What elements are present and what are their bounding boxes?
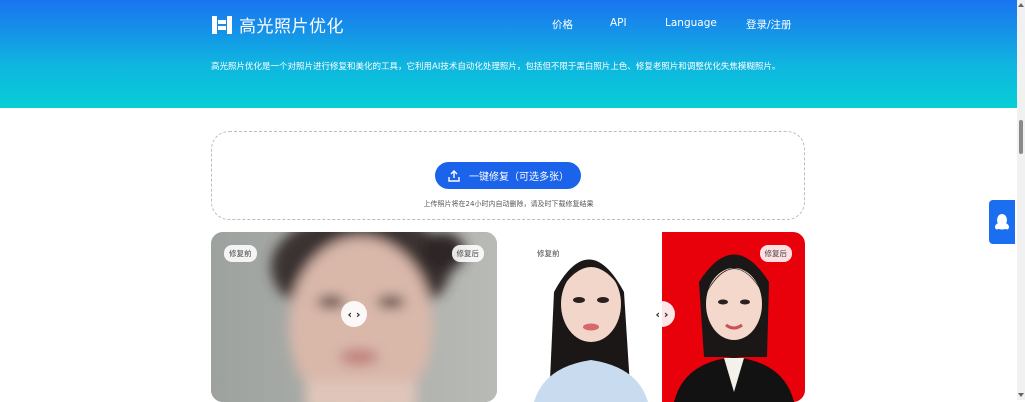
brand-logo[interactable]: 高光照片优化	[211, 12, 344, 37]
nav-login-register[interactable]: 登录/注册	[746, 17, 792, 32]
logo-mark-icon	[212, 15, 232, 34]
sample-card-blur: 修复前 修复后 ‹ ›	[211, 232, 497, 402]
scroll-up-icon[interactable]	[1018, 2, 1024, 8]
scrollbar-thumb[interactable]	[1019, 120, 1023, 154]
before-badge: 修复前	[224, 245, 257, 262]
after-badge: 修复后	[451, 245, 484, 262]
upload-note: 上传照片将在24小时内自动删除，请及时下载修复结果	[423, 200, 594, 208]
after-badge: 修复后	[759, 245, 792, 262]
scroll-down-icon[interactable]	[1018, 392, 1024, 398]
brand-name: 高光照片优化	[239, 17, 344, 37]
nav-pricing[interactable]: 价格	[552, 17, 573, 32]
nav-api[interactable]: API	[610, 17, 627, 29]
hero-header	[0, 0, 1017, 108]
vertical-scrollbar[interactable]	[1017, 0, 1025, 400]
compare-arrows-icon[interactable]: ‹ ›	[341, 301, 367, 327]
qq-penguin-icon	[995, 214, 1009, 230]
nav-language[interactable]: Language	[665, 17, 717, 29]
qq-contact-button[interactable]	[989, 200, 1015, 244]
upload-icon	[448, 169, 460, 182]
repair-upload-label: 一键修复（可选多张）	[469, 172, 569, 183]
compare-arrows-icon[interactable]: ‹ ›	[649, 301, 675, 327]
sample-card-id-photo: 修复前 修复后 ‹ ›	[519, 232, 805, 402]
tagline: 高光照片优化是一个对照片进行修复和美化的工具，它利用AI技术自动化处理照片，包括…	[211, 62, 781, 72]
repair-upload-button[interactable]: 一键修复（可选多张）	[435, 162, 581, 189]
before-badge: 修复前	[532, 245, 565, 262]
